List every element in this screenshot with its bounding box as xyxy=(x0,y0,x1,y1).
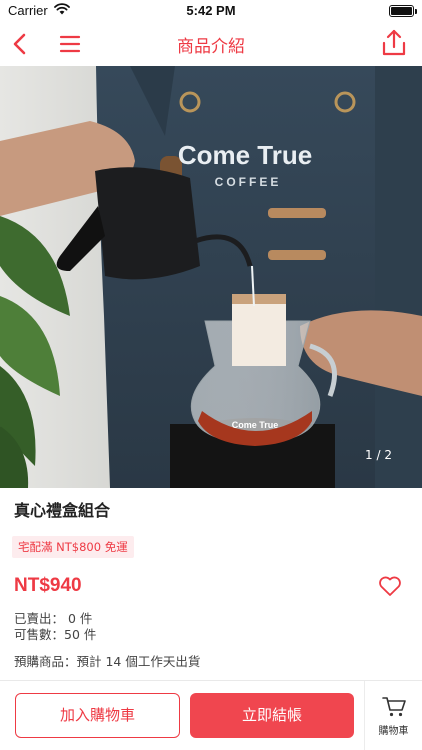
checkout-button[interactable]: 立即結帳 xyxy=(190,693,354,738)
preorder-note: 預購商品：預計 14 個工作天出貨 xyxy=(14,654,201,669)
image-counter: 1 / 2 xyxy=(365,448,392,462)
product-image-carousel[interactable]: Come True COFFEE Come True 1 / 2 xyxy=(0,66,422,488)
apron-logo-subtext: COFFEE xyxy=(215,175,282,189)
navigation-bar: 商品介紹 xyxy=(0,22,422,66)
product-price: NT$940 xyxy=(14,575,82,596)
cup-logo-text: Come True xyxy=(232,420,279,430)
heart-outline-icon[interactable] xyxy=(378,575,402,597)
page-title: 商品介紹 xyxy=(177,37,245,57)
status-bar: Carrier 5:42 PM xyxy=(0,0,422,22)
shipping-promo-badge: 宅配滿 NT$800 免運 xyxy=(12,536,134,558)
add-to-cart-button[interactable]: 加入購物車 xyxy=(15,693,180,738)
battery-icon xyxy=(389,5,417,17)
clock: 5:42 PM xyxy=(186,3,236,18)
share-icon[interactable] xyxy=(380,28,408,58)
action-bar: 加入購物車 立即結帳 購物車 xyxy=(0,680,422,750)
product-photo: Come True COFFEE Come True xyxy=(0,66,422,488)
apron-logo-text: Come True xyxy=(178,140,312,170)
cart-tab-label: 購物車 xyxy=(378,726,409,737)
stock-count: 可售數：50 件 xyxy=(14,627,97,642)
cart-tab[interactable]: 購物車 xyxy=(364,681,422,750)
cart-icon xyxy=(382,697,406,717)
product-name: 真心禮盒組合 xyxy=(14,501,111,520)
